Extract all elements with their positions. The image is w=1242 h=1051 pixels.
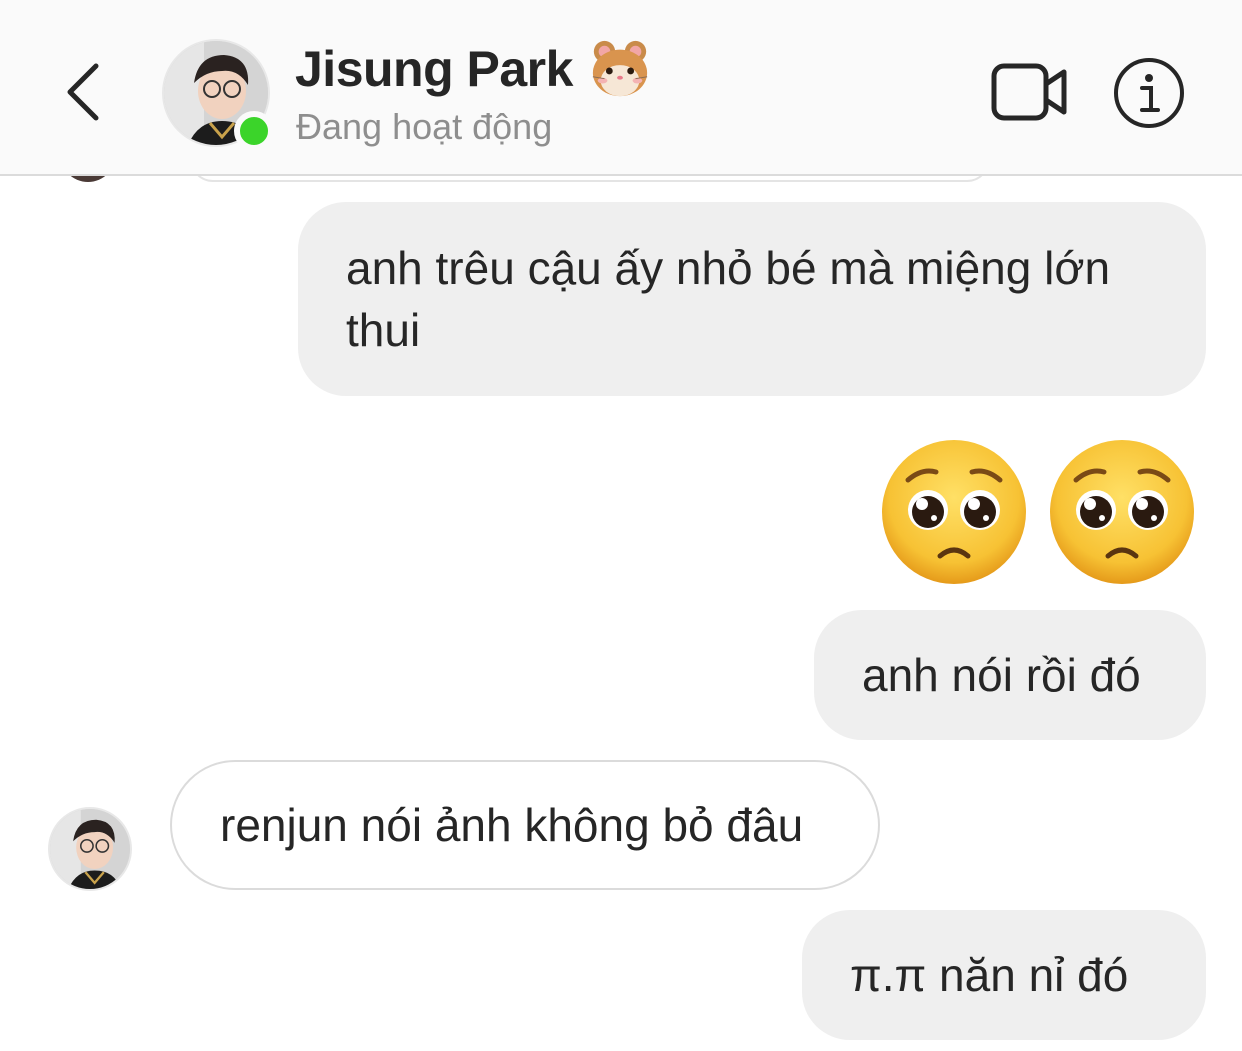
- sent-message-bubble[interactable]: anh nói rồi đó: [814, 610, 1206, 740]
- chevron-left-icon: [67, 63, 99, 121]
- profile-photo: [50, 809, 130, 889]
- video-call-button[interactable]: [990, 60, 1070, 124]
- online-status-dot: [234, 111, 274, 151]
- contact-name: Jisung Park: [295, 41, 573, 97]
- message-text: anh trêu cậu ấy nhỏ bé mà miệng lớn thui: [346, 242, 1111, 356]
- contact-avatar-button[interactable]: [162, 39, 274, 151]
- sent-message-bubble[interactable]: π.π năn nỉ đó: [802, 910, 1206, 1040]
- message-text: renjun nói ảnh không bỏ đâu: [220, 799, 804, 851]
- activity-status: Đang hoạt động: [296, 106, 553, 147]
- hamster-icon: [592, 40, 648, 97]
- video-camera-icon: [991, 63, 1067, 121]
- chat-screen: Jisung Park Đang hoạt động anh trêu cậu …: [0, 0, 1242, 1051]
- message-thread[interactable]: anh trêu cậu ấy nhỏ bé mà miệng lớn thui: [0, 136, 1242, 1051]
- message-text: π.π năn nỉ đó: [850, 949, 1129, 1001]
- back-button[interactable]: [52, 52, 116, 132]
- conversation-info-button[interactable]: [1112, 56, 1186, 130]
- pleading-face-icon[interactable]: [880, 438, 1028, 586]
- sent-message-bubble[interactable]: anh trêu cậu ấy nhỏ bé mà miệng lớn thui: [298, 202, 1206, 396]
- message-text: anh nói rồi đó: [862, 649, 1141, 701]
- chat-header: Jisung Park Đang hoạt động: [0, 0, 1242, 176]
- info-circle-icon: [1114, 58, 1184, 128]
- pleading-face-icon[interactable]: [1048, 438, 1196, 586]
- received-message-bubble[interactable]: renjun nói ảnh không bỏ đâu: [170, 760, 880, 890]
- contact-name-row[interactable]: Jisung Park: [295, 38, 651, 100]
- avatar[interactable]: [48, 807, 132, 891]
